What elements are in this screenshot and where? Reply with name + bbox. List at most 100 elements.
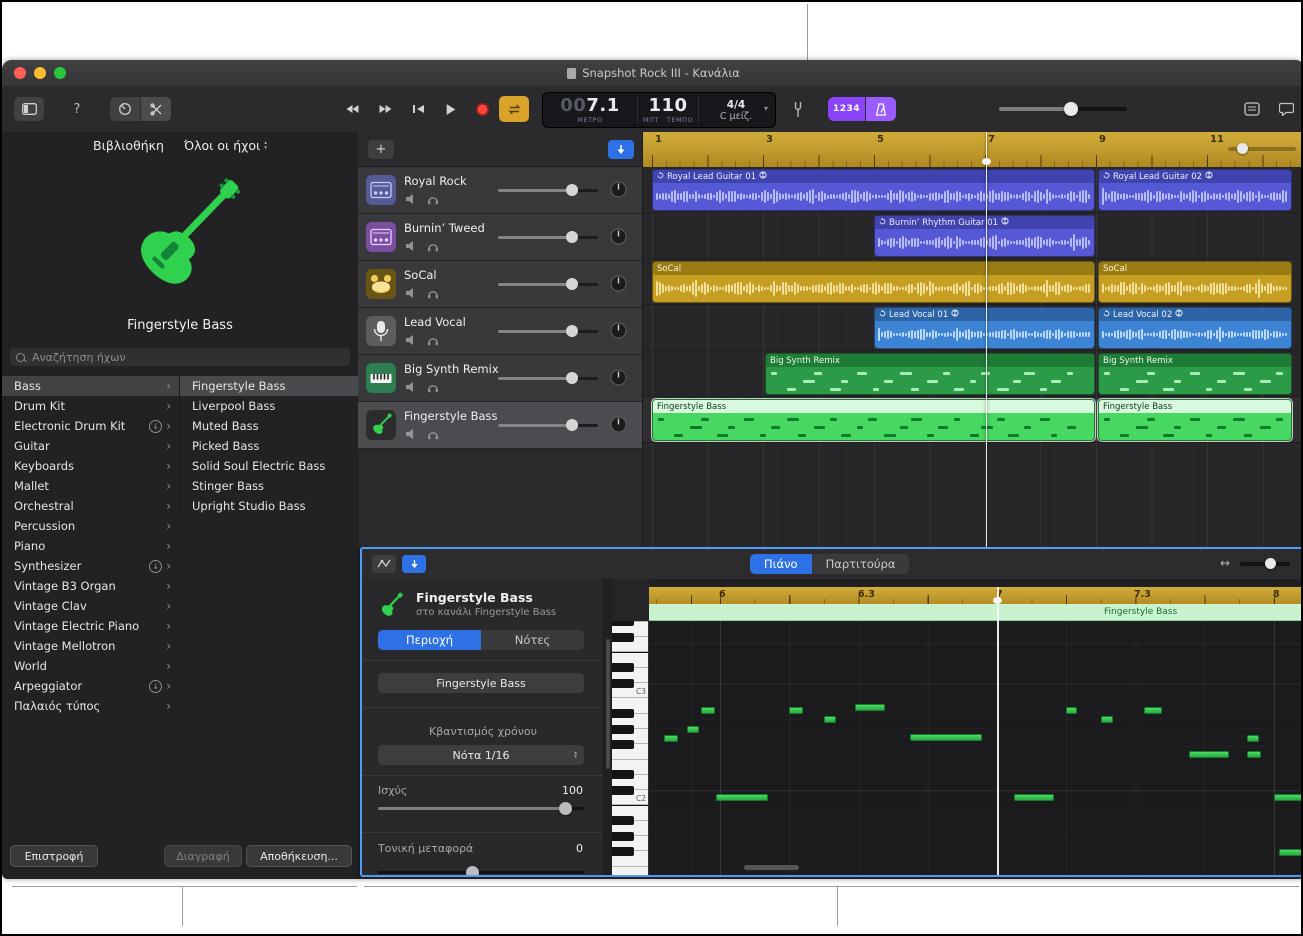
region-royal-lead-guitar-02[interactable]: Royal Lead Guitar 02 xyxy=(1098,169,1292,211)
go-to-beginning-button[interactable] xyxy=(404,95,432,123)
notepad-button[interactable] xyxy=(1239,97,1265,121)
library-category-vintage-b3-organ[interactable]: Vintage B3 Organ› xyxy=(2,576,179,596)
editor-catch-button[interactable] xyxy=(402,555,426,573)
cycle-button[interactable] xyxy=(499,96,529,122)
midi-note[interactable] xyxy=(1279,849,1301,856)
library-category-mallet[interactable]: Mallet› xyxy=(2,476,179,496)
library-patch-solid-soul-electric-bass[interactable]: Solid Soul Electric Bass xyxy=(180,456,359,476)
solo-button[interactable] xyxy=(426,286,440,300)
editor-horizontal-scrollbar[interactable] xyxy=(744,865,799,870)
track-header-big-synth-remix[interactable]: Big Synth Remix xyxy=(358,355,642,402)
quantize-popup[interactable]: Νότα 1/16 ▴▾ xyxy=(378,745,584,765)
count-in-button[interactable]: 1234 xyxy=(828,97,865,121)
piano-keyboard[interactable]: C3C2 xyxy=(612,621,649,875)
midi-note[interactable] xyxy=(716,794,768,801)
midi-note[interactable] xyxy=(1189,751,1229,758)
track-volume-slider[interactable] xyxy=(498,374,598,382)
midi-note[interactable] xyxy=(701,707,715,714)
piano-key-black[interactable] xyxy=(612,740,634,749)
track-volume-slider[interactable] xyxy=(498,421,598,429)
editor-playhead-handle[interactable] xyxy=(993,597,1002,604)
region-socal[interactable]: SoCal xyxy=(652,261,1095,303)
library-patch-upright-studio-bass[interactable]: Upright Studio Bass xyxy=(180,496,359,516)
library-category-synthesizer[interactable]: Synthesizer↓› xyxy=(2,556,179,576)
library-patch-stinger-bass[interactable]: Stinger Bass xyxy=(180,476,359,496)
solo-button[interactable] xyxy=(426,380,440,394)
editor-playhead[interactable] xyxy=(997,587,999,875)
track-header-burnin-tweed[interactable]: Burnin’ Tweed xyxy=(358,214,642,261)
editor-toggle-button[interactable] xyxy=(141,97,171,121)
library-toggle-button[interactable] xyxy=(14,97,44,121)
midi-note[interactable] xyxy=(1101,716,1113,723)
midi-note[interactable] xyxy=(1274,794,1301,801)
region-fingerstyle-bass[interactable]: Fingerstyle Bass xyxy=(1098,399,1292,441)
smart-controls-button[interactable] xyxy=(110,97,140,121)
editor-region-strip[interactable]: Fingerstyle Bass xyxy=(649,604,1301,621)
library-patch-picked-bass[interactable]: Picked Bass xyxy=(180,436,359,456)
delete-button[interactable]: Διαγραφή xyxy=(164,845,242,867)
metronome-button[interactable] xyxy=(866,97,896,121)
tab-νότες[interactable]: Νότες xyxy=(481,630,584,650)
library-category-orchestral[interactable]: Orchestral› xyxy=(2,496,179,516)
pan-knob[interactable] xyxy=(610,416,627,433)
editor-ruler[interactable]: 66.377.38 xyxy=(649,587,1301,604)
mute-button[interactable] xyxy=(404,427,418,441)
playhead[interactable] xyxy=(986,132,987,547)
region-big-synth-remix[interactable]: Big Synth Remix xyxy=(765,353,1095,395)
library-category-bass[interactable]: Bass› xyxy=(2,376,179,396)
region-lead-vocal-02[interactable]: Lead Vocal 02 xyxy=(1098,307,1292,349)
library-category-arpeggiator[interactable]: Arpeggiator↓› xyxy=(2,676,179,696)
lcd-display[interactable]: 007.1 ΜΕΤΡΟ 110 ΜΠΤΤΕΜΠΟ 4/4 C μείζ. ▾ xyxy=(542,92,776,128)
solo-button[interactable] xyxy=(426,239,440,253)
quick-help-button[interactable]: ? xyxy=(64,97,90,121)
midi-note[interactable] xyxy=(789,707,803,714)
pan-knob[interactable] xyxy=(610,369,627,386)
solo-button[interactable] xyxy=(426,192,440,206)
piano-key-black[interactable] xyxy=(612,832,634,841)
add-track-button[interactable]: + xyxy=(368,140,394,159)
tab-πιάνο[interactable]: Πιάνο xyxy=(750,554,812,574)
region-burnin-rhythm-guitar-01[interactable]: Burnin’ Rhythm Guitar 01 xyxy=(874,215,1095,257)
region-fingerstyle-bass[interactable]: Fingerstyle Bass xyxy=(652,399,1095,441)
region-socal[interactable]: SoCal xyxy=(1098,261,1292,303)
library-category-electronic-drum-kit[interactable]: Electronic Drum Kit↓› xyxy=(2,416,179,436)
track-volume-slider[interactable] xyxy=(498,233,598,241)
sound-filter-popup[interactable]: Όλοι οι ήχοι ▴▾ xyxy=(184,138,267,153)
mute-button[interactable] xyxy=(404,286,418,300)
track-header-fingerstyle-bass[interactable]: Fingerstyle Bass xyxy=(358,402,642,449)
library-category-guitar[interactable]: Guitar› xyxy=(2,436,179,456)
midi-note[interactable] xyxy=(1066,707,1077,714)
library-category-piano[interactable]: Piano› xyxy=(2,536,179,556)
piano-key-black[interactable] xyxy=(612,770,634,779)
piano-key-black[interactable] xyxy=(612,725,634,734)
mute-button[interactable] xyxy=(404,239,418,253)
revert-button[interactable]: Επιστροφή xyxy=(10,845,98,867)
midi-note[interactable] xyxy=(855,704,885,711)
pan-knob[interactable] xyxy=(610,228,627,245)
midi-note[interactable] xyxy=(1247,751,1261,758)
library-category-vintage-electric-piano[interactable]: Vintage Electric Piano› xyxy=(2,616,179,636)
library-category-drum-kit[interactable]: Drum Kit› xyxy=(2,396,179,416)
piano-key-black[interactable] xyxy=(612,633,634,642)
solo-button[interactable] xyxy=(426,333,440,347)
library-category-παλαιός-τύπος[interactable]: Παλαιός τύπος› xyxy=(2,696,179,716)
record-button[interactable] xyxy=(468,95,496,123)
patch-name-button[interactable]: Fingerstyle Bass xyxy=(378,673,584,693)
library-patch-liverpool-bass[interactable]: Liverpool Bass xyxy=(180,396,359,416)
region-big-synth-remix[interactable]: Big Synth Remix xyxy=(1098,353,1292,395)
pan-knob[interactable] xyxy=(610,322,627,339)
timeline-ruler[interactable]: 1357911 xyxy=(643,132,1303,167)
midi-note[interactable] xyxy=(1144,707,1162,714)
search-input[interactable] xyxy=(30,350,344,365)
track-header-lead-vocal[interactable]: Lead Vocal xyxy=(358,308,642,355)
track-volume-slider[interactable] xyxy=(498,280,598,288)
track-volume-slider[interactable] xyxy=(498,186,598,194)
tuner-button[interactable] xyxy=(784,95,812,123)
library-patch-fingerstyle-bass[interactable]: Fingerstyle Bass xyxy=(180,376,359,396)
midi-note[interactable] xyxy=(1014,794,1054,801)
mute-button[interactable] xyxy=(404,380,418,394)
play-button[interactable] xyxy=(437,95,465,123)
midi-note[interactable] xyxy=(687,726,699,733)
library-search-field[interactable] xyxy=(10,348,350,366)
library-category-vintage-clav[interactable]: Vintage Clav› xyxy=(2,596,179,616)
